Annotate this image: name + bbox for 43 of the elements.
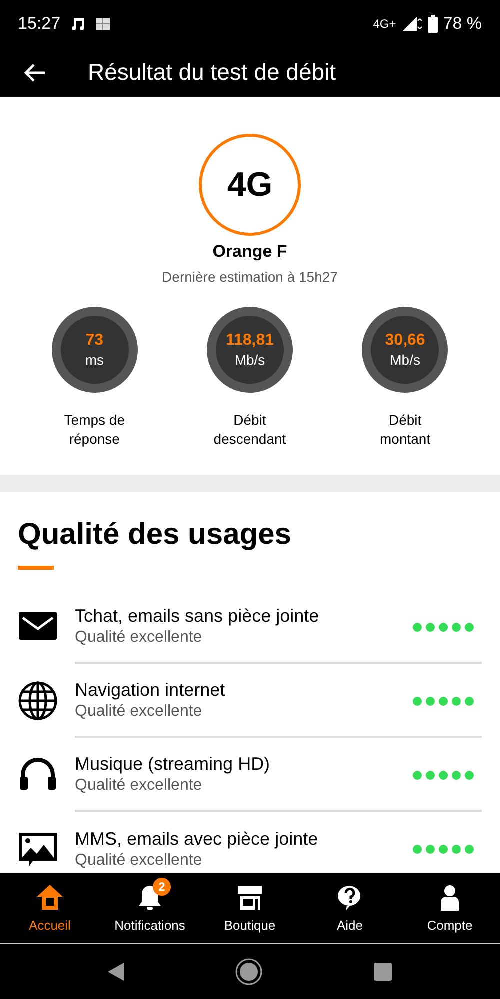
nav-tab[interactable]: Aide: [300, 873, 400, 943]
home-button-icon[interactable]: [235, 958, 263, 986]
usage-title: Tchat, emails sans pièce jointe: [75, 606, 320, 626]
measure-value: 30,66: [385, 332, 426, 350]
network-type: 4G+: [373, 17, 396, 31]
title-underline: [18, 566, 54, 570]
back-icon[interactable]: [107, 962, 125, 982]
operator-name: Orange F: [212, 242, 288, 262]
measure-unit: ms: [85, 352, 104, 368]
last-estimate: Dernière estimation à 15h27: [162, 269, 338, 285]
measure-unit: Mb/s: [234, 352, 266, 368]
measure-label: Temps de réponse: [63, 411, 126, 449]
status-time: 15:27: [18, 14, 61, 34]
signal-icon: [401, 16, 424, 32]
usage-title: MMS, emails avec pièce jointe: [75, 828, 320, 850]
section-title: Qualité des usages: [18, 518, 292, 552]
quality-label: Qualité excellente: [75, 702, 204, 720]
nav-tab[interactable]: Compte: [400, 873, 500, 943]
storefront-icon: [236, 884, 264, 912]
quality-label: Qualité excellente: [75, 852, 204, 870]
nav-tab[interactable]: Accueil: [0, 873, 100, 943]
network-badge: 4G: [199, 134, 301, 236]
battery-icon: [428, 15, 438, 33]
quality-label: Qualité excellente: [75, 776, 204, 794]
recents-icon[interactable]: [373, 962, 393, 982]
nav-tab[interactable]: 2 Notifications: [100, 873, 200, 943]
quality-label: Qualité excellente: [75, 628, 204, 646]
measure-unit: Mb/s: [390, 352, 420, 368]
back-arrow-icon[interactable]: [24, 62, 46, 82]
notification-count: 2: [153, 878, 171, 896]
home-icon: [36, 884, 64, 912]
measure-label: Débit descendant: [212, 411, 288, 449]
globe-icon: [18, 681, 58, 721]
usage-title: Navigation internet: [75, 680, 226, 700]
bell-icon: [136, 884, 164, 912]
measure-value: 73: [86, 332, 104, 350]
music-note-icon: [70, 16, 85, 32]
screen-title: Résultat du test de débit: [88, 59, 336, 86]
nav-tab[interactable]: Boutique: [200, 873, 300, 943]
measure-label: Débit montant: [379, 411, 432, 449]
battery-level: 78 %: [443, 14, 482, 34]
usage-title: Musique (streaming HD): [75, 754, 272, 774]
measure-value: 118,81: [226, 332, 274, 350]
